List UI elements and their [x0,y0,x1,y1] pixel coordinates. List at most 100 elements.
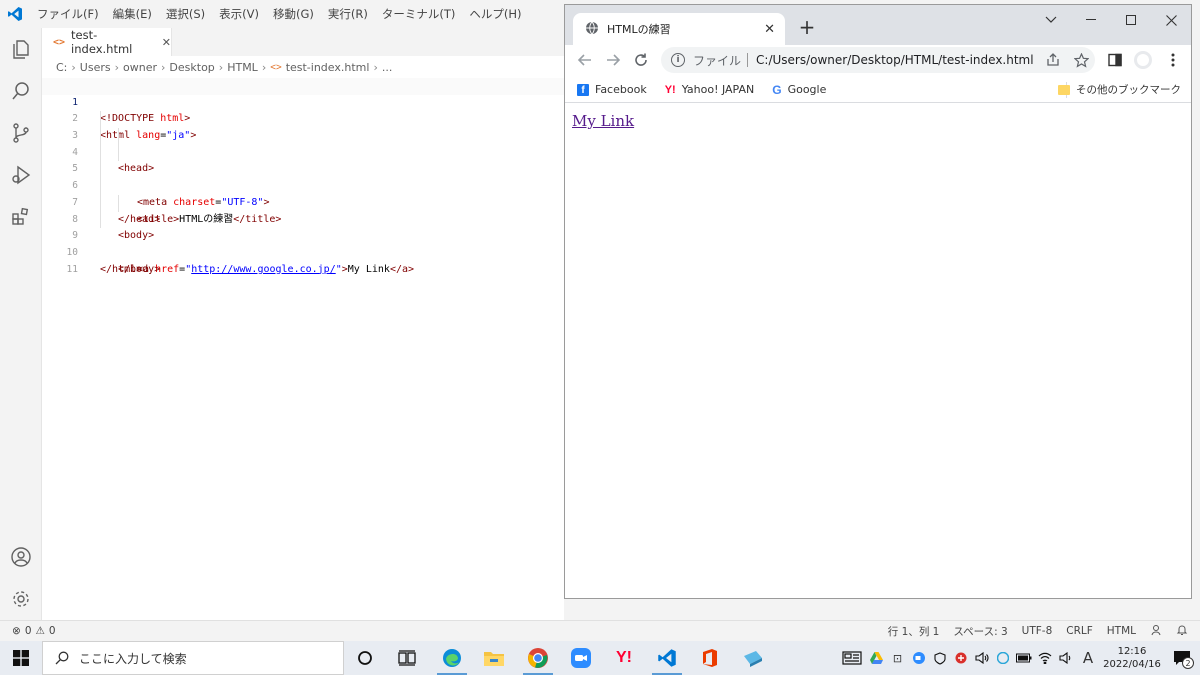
office-icon[interactable] [689,641,731,675]
chrome-tab-close-icon[interactable]: ✕ [764,22,775,37]
code-area[interactable]: 1 <!DOCTYPE html> 2 <html lang="ja"> 3 <… [42,78,564,275]
menu-selection[interactable]: 選択(S) [159,0,212,28]
notification-center-icon[interactable]: 2 [1164,641,1200,675]
menu-edit[interactable]: 編集(E) [106,0,159,28]
tab-test-index-html[interactable]: <> test-index.html ✕ [42,28,172,56]
menu-view[interactable]: 表示(V) [212,0,266,28]
edge-tray-icon[interactable] [992,641,1013,675]
bookmark-label: Yahoo! JAPAN [681,83,755,96]
chrome-tab[interactable]: HTMLの練習 ✕ [573,13,785,45]
minimize-icon[interactable] [1071,5,1111,35]
clock[interactable]: 12:16 2022/04/16 [1100,645,1164,671]
menu-terminal[interactable]: ターミナル(T) [375,0,463,28]
indent-guide [100,211,101,229]
breadcrumb-drive[interactable]: C: [56,61,67,74]
indentation-setting[interactable]: スペース: 3 [953,624,1007,639]
my-link[interactable]: My Link [572,112,634,130]
breadcrumb-desktop[interactable]: Desktop [169,61,214,74]
back-arrow-icon[interactable] [573,48,597,72]
side-panel-icon[interactable] [1103,48,1127,72]
forward-arrow-icon[interactable] [601,48,625,72]
code-url-link[interactable]: http://www.google.co.jp/ [191,264,336,275]
menu-go[interactable]: 移動(G) [266,0,321,28]
feedback-icon[interactable] [1150,624,1162,639]
menu-help[interactable]: ヘルプ(H) [462,0,528,28]
explorer-icon[interactable] [8,36,34,62]
notepad-app-icon[interactable] [732,641,774,675]
chrome-icon[interactable] [517,641,559,675]
antivirus-icon[interactable] [950,641,971,675]
cursor-position[interactable]: 行 1、列 1 [888,624,940,639]
other-bookmarks-folder[interactable]: その他のブックマーク [1058,82,1181,97]
windows-start-icon[interactable] [0,641,42,675]
windows-taskbar: ここに入力して検索 Y! ⊡ A 12:16 2022/04/16 2 [0,641,1200,675]
reload-icon[interactable] [629,48,653,72]
indent-guide [100,144,101,162]
activity-bar [0,28,42,620]
tab-search-chevron-icon[interactable] [1031,5,1071,35]
code-text: </html> [100,263,143,275]
code-editor[interactable]: C: › Users › owner › Desktop › HTML › <>… [42,56,564,620]
line-ending[interactable]: CRLF [1066,625,1093,637]
share-icon[interactable] [1041,48,1065,72]
file-explorer-icon[interactable] [473,641,515,675]
google-drive-icon[interactable] [866,641,887,675]
close-window-icon[interactable] [1151,5,1191,35]
settings-gear-icon[interactable] [8,586,34,612]
bookmark-yahoo[interactable]: Y! Yahoo! JAPAN [665,83,755,96]
indent-guide [118,128,119,145]
battery-icon[interactable] [1013,641,1034,675]
breadcrumb-html[interactable]: HTML [227,61,258,74]
bookmark-google[interactable]: G Google [772,83,826,97]
other-bookmarks-label: その他のブックマーク [1076,84,1181,96]
news-widget-icon[interactable] [838,641,866,675]
account-icon[interactable] [8,544,34,570]
zoom-tray-icon[interactable] [908,641,929,675]
meet-icon[interactable]: ⊡ [887,641,908,675]
maximize-icon[interactable] [1111,5,1151,35]
security-shield-icon[interactable] [929,641,950,675]
menu-file[interactable]: ファイル(F) [30,0,106,28]
vscode-taskbar-icon[interactable] [646,641,688,675]
indent-guide [118,144,119,162]
volume-icon[interactable] [1055,641,1076,675]
indent-guide [100,194,101,212]
run-debug-icon[interactable] [8,162,34,188]
site-info-icon[interactable]: i [671,53,685,67]
breadcrumb-users[interactable]: Users [80,61,111,74]
problems-indicator[interactable]: ⊗ 0 ⚠ 0 [0,625,56,637]
edge-icon[interactable] [431,641,473,675]
bookmark-facebook[interactable]: f Facebook [577,83,647,96]
task-view-icon[interactable] [386,641,428,675]
menu-run[interactable]: 実行(R) [321,0,375,28]
breadcrumb-owner[interactable]: owner [123,61,157,74]
speaker-icon[interactable] [971,641,992,675]
breadcrumb-symbol[interactable]: ... [382,61,393,74]
yahoo-japan-icon: Y! [664,83,676,96]
search-icon[interactable] [8,78,34,104]
url-text[interactable]: C:/Users/owner/Desktop/HTML/test-index.h… [756,53,1034,67]
search-placeholder: ここに入力して検索 [79,651,187,666]
yahoo-icon[interactable]: Y! [603,641,645,675]
html-file-icon: <> [53,36,66,48]
ime-indicator[interactable]: A [1076,641,1100,675]
zoom-icon[interactable] [560,641,602,675]
scheme-label: ファイル [693,53,742,68]
tab-close-icon[interactable]: ✕ [162,36,171,49]
menu-kebab-icon[interactable] [1161,48,1185,72]
notifications-bell-icon[interactable] [1176,624,1188,639]
cortana-icon[interactable] [344,641,386,675]
extensions-icon[interactable] [8,204,34,230]
file-encoding[interactable]: UTF-8 [1022,625,1053,637]
bookmark-star-icon[interactable] [1069,48,1093,72]
new-tab-button[interactable]: + [795,15,819,39]
indent-guide [118,194,119,212]
source-control-icon[interactable] [8,120,34,146]
taskbar-search-input[interactable]: ここに入力して検索 [42,641,344,675]
profile-avatar[interactable] [1131,48,1155,72]
indent-guide [100,178,101,195]
wifi-icon[interactable] [1034,641,1055,675]
breadcrumb-file[interactable]: test-index.html [286,61,370,74]
address-bar[interactable]: i ファイル C:/Users/owner/Desktop/HTML/test-… [661,47,1095,73]
language-mode[interactable]: HTML [1107,625,1136,637]
